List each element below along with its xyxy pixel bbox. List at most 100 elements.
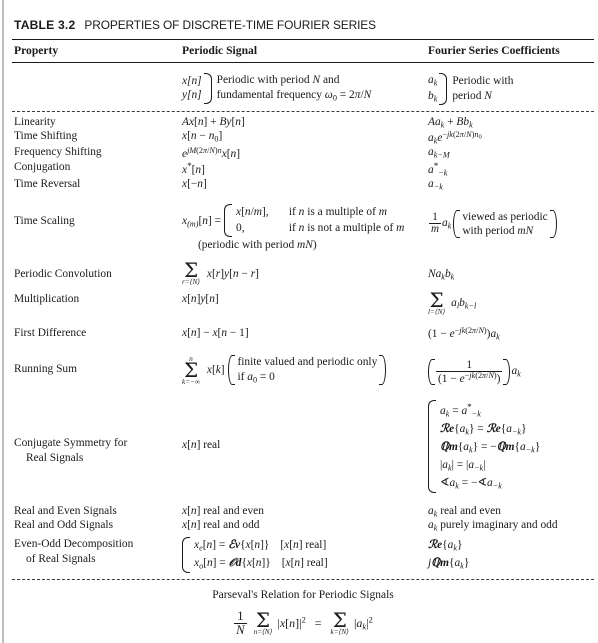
preamble-row: x[n] y[n] Periodic with period N and fun… — [12, 63, 594, 111]
preamble-signal-text2: fundamental frequency ω0 = 2π/N — [216, 88, 372, 103]
row-property-linearity: Linearity — [14, 115, 56, 128]
table-title: TABLE 3.2 PROPERTIES OF DISCRETE-TIME FOU… — [14, 18, 594, 33]
row-property-time-reversal: Time Reversal — [14, 177, 81, 190]
row-signal-first-difference: x[n] − x[n − 1] — [182, 327, 249, 340]
row-signal-real-odd: x[n] real and odd — [182, 518, 260, 531]
periodic-conv-sum-limit: r=⟨N⟩ — [182, 277, 201, 286]
running-sum-note1: finite valued and periodic only — [237, 356, 378, 369]
row-coefficient-frequency-shifting: ak−M — [428, 145, 450, 159]
row-signal-frequency-shifting: ejM(2π/N)nx[n] — [182, 145, 241, 160]
preamble-signal: x[n] y[n] Periodic with period N and fun… — [180, 73, 428, 104]
sigma-icon: Σ r=⟨N⟩ — [182, 257, 201, 286]
row-signal-time-shifting: x[n − n0] — [182, 129, 223, 144]
even-odd-label-line1: Even-Odd Decomposition — [14, 537, 134, 550]
sigma-icon: n Σ k=−∞ — [182, 353, 201, 386]
preamble-signal-brace — [203, 73, 212, 104]
row-coefficient-real-odd: ak purely imaginary and odd — [428, 518, 558, 533]
parseval-section: Parseval's Relation for Periodic Signals… — [12, 580, 594, 638]
row-coefficient-linearity: Aak + Bbk — [428, 115, 473, 130]
row-coefficient-first-difference: (1 − e−jk(2π/N))ak — [428, 326, 500, 342]
row-coefficient-even-odd: ℛe{ak} jℚm{ak} — [428, 537, 594, 573]
running-sum-paren-left — [228, 355, 236, 386]
row-signal-running-sum: n Σ k=−∞ x[k] finite valued and periodic… — [180, 353, 428, 386]
conjugate-symmetry-label-line2: Real Signals — [26, 451, 84, 464]
row-signal-conjugate-symmetry: x[n] real — [182, 439, 221, 451]
table-row: Real and Even Signals x[n] real and even… — [12, 493, 594, 519]
table-row: Even-Odd Decomposition of Real Signals x… — [12, 533, 594, 573]
parseval-lhs-limit: n=⟨N⟩ — [253, 627, 273, 636]
parseval-title: Parseval's Relation for Periodic Signals — [212, 588, 394, 601]
preamble-coefficients: ak bk Periodic with period N — [428, 73, 514, 105]
table-row: Conjugation x*[n] a*−k — [12, 161, 594, 178]
table-caption: PROPERTIES OF DISCRETE-TIME FOURIER SERI… — [84, 18, 376, 32]
even-odd-coef-1: ℛe{ak} — [428, 538, 463, 553]
table-row: Periodic Convolution Σ r=⟨N⟩ x[r]y[n − r… — [12, 252, 594, 286]
running-sum-coef-paren-left — [428, 358, 435, 385]
table-number: TABLE 3.2 — [14, 18, 76, 32]
running-sum-paren-right — [379, 355, 387, 386]
preamble-signal-y: y[n] — [182, 89, 202, 102]
table-sheet: TABLE 3.2 PROPERTIES OF DISCRETE-TIME FOU… — [12, 0, 594, 643]
sigma-icon: Σ n=⟨N⟩ — [253, 607, 273, 636]
table-row: Time Shifting x[n − n0] ake−jk(2π/N)n0 — [12, 130, 594, 146]
sigma-icon: Σ l=⟨N⟩ — [428, 288, 446, 317]
running-sum-frac-den: (1 − e−jk(2π/N)) — [436, 370, 503, 385]
conjugate-symmetry-eq-3: ℚm{ak} = −ℚm{a−k} — [440, 441, 541, 455]
preamble-coef-brace — [439, 73, 448, 105]
parseval-frac-num: 1 — [237, 608, 244, 623]
time-scaling-paren-right — [549, 209, 557, 239]
even-odd-label-line2: of Real Signals — [26, 552, 96, 565]
multiplication-sum-limit: l=⟨N⟩ — [428, 308, 446, 317]
table-row: Linearity Ax[n] + By[n] Aak + Bbk — [12, 112, 594, 130]
running-sum-note2: if a0 = 0 — [237, 370, 275, 384]
parseval-rhs-limit: k=⟨N⟩ — [330, 627, 349, 636]
page-edge-line — [2, 0, 4, 643]
preamble-signal-x: x[n] — [182, 74, 202, 87]
row-coefficient-time-shifting: ake−jk(2π/N)n0 — [428, 129, 482, 146]
row-signal-linearity: Ax[n] + By[n] — [182, 115, 245, 128]
row-coefficient-running-sum: 1 (1 − e−jk(2π/N)) ak — [428, 355, 594, 385]
preamble-coef-text2: period N — [452, 89, 492, 102]
row-property-real-odd: Real and Odd Signals — [14, 518, 114, 531]
table-row: Time Scaling x(m)[n] = x[n/m], if n is a… — [12, 197, 594, 252]
table-row: Multiplication x[n]y[n] Σ l=⟨N⟩ albk−l — [12, 286, 594, 316]
table-row: First Difference x[n] − x[n − 1] (1 − e−… — [12, 316, 594, 343]
table-row: Real and Odd Signals x[n] real and odd a… — [12, 519, 594, 533]
conjugate-symmetry-label-line1: Conjugate Symmetry for — [14, 437, 128, 449]
parseval-equals: = — [314, 616, 322, 631]
conjugate-symmetry-eq-2: ℛe{ak} = ℛe{a−k} — [440, 423, 527, 437]
table-header-row: Property Periodic Signal Fourier Series … — [12, 40, 594, 62]
table-row: Running Sum n Σ k=−∞ x[k] finite valued … — [12, 343, 594, 386]
row-signal-time-scaling: x(m)[n] = x[n/m], if n is a multiple of … — [180, 203, 428, 252]
row-signal-periodic-convolution: Σ r=⟨N⟩ x[r]y[n − r] — [182, 257, 259, 286]
row-property-time-shifting: Time Shifting — [14, 129, 78, 142]
row-property-first-difference: First Difference — [14, 327, 87, 340]
column-header-signal: Periodic Signal — [182, 44, 258, 57]
table-row: Conjugate Symmetry for Real Signals x[n]… — [12, 386, 594, 494]
row-property-real-even: Real and Even Signals — [14, 505, 117, 518]
row-coefficient-multiplication: Σ l=⟨N⟩ albk−l — [428, 288, 477, 317]
sigma-icon: Σ k=⟨N⟩ — [330, 607, 349, 636]
column-header-coefficients: Fourier Series Coefficients — [428, 44, 560, 57]
row-signal-real-even: x[n] real and even — [182, 505, 264, 518]
time-scaling-note1: viewed as periodic — [462, 210, 548, 223]
table-row: Time Reversal x[−n] a−k — [12, 178, 594, 197]
even-odd-brace — [182, 536, 190, 573]
conjugate-symmetry-eq-4: |ak| = |a−k| — [440, 459, 486, 473]
row-coefficient-time-scaling: 1 m ak viewed as periodic with period mN — [428, 204, 594, 239]
time-scaling-frac-den: m — [431, 223, 439, 236]
row-property-multiplication: Multiplication — [14, 293, 80, 306]
row-coefficient-conjugation: a*−k — [428, 160, 448, 178]
row-property-conjugate-symmetry: Conjugate Symmetry for Real Signals — [12, 400, 180, 466]
row-signal-time-scaling-note: (periodic with period mN) — [198, 238, 317, 251]
preamble-signal-text1: Periodic with period N and — [216, 74, 340, 86]
row-coefficient-conjugate-symmetry: ak = a*−k ℛe{ak} = ℛe{a−k} ℚm{ak} = −ℚm{… — [428, 400, 594, 494]
parseval-frac-den: N — [236, 623, 245, 638]
conjugate-symmetry-brace — [428, 400, 436, 494]
row-coefficient-periodic-convolution: Nakbk — [428, 267, 455, 282]
parseval-equation: 1 N Σ n=⟨N⟩ |x[n]|2 = Σ k=⟨N⟩ |ak|2 — [12, 607, 594, 638]
row-signal-even-odd: xe[n] = ℰv{x[n]} [x[n] real] xo[n] = 𝒪d{x… — [180, 536, 428, 573]
column-header-property: Property — [14, 44, 59, 57]
time-scaling-frac-num: 1 — [432, 210, 438, 223]
table-row: Frequency Shifting ejM(2π/N)nx[n] ak−M — [12, 146, 594, 161]
